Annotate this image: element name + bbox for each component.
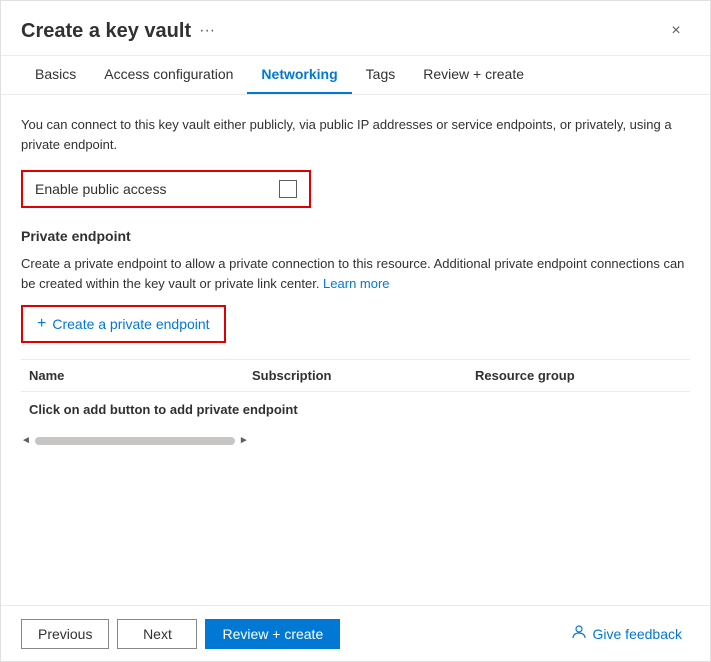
- tab-bar: Basics Access configuration Networking T…: [1, 56, 710, 95]
- give-feedback-button[interactable]: Give feedback: [563, 618, 691, 649]
- dialog-body: You can connect to this key vault either…: [1, 95, 710, 605]
- enable-public-access-container: Enable public access: [21, 170, 311, 208]
- learn-more-link[interactable]: Learn more: [323, 276, 389, 291]
- tab-review-create[interactable]: Review + create: [409, 56, 538, 94]
- create-endpoint-label: Create a private endpoint: [52, 316, 209, 332]
- give-feedback-label: Give feedback: [593, 626, 683, 642]
- col-header-name: Name: [21, 368, 244, 383]
- previous-button[interactable]: Previous: [21, 619, 109, 649]
- plus-icon: +: [37, 315, 46, 333]
- table-empty-message: Click on add button to add private endpo…: [21, 392, 690, 427]
- feedback-icon: [571, 624, 587, 643]
- enable-public-access-label: Enable public access: [35, 181, 167, 197]
- dialog-header: Create a key vault ··· ×: [1, 1, 710, 56]
- private-endpoints-table: Name Subscription Resource group Click o…: [21, 359, 690, 427]
- table-scrollbar: ◄ ►: [21, 435, 690, 446]
- tab-networking[interactable]: Networking: [247, 56, 351, 94]
- col-header-resource-group: Resource group: [467, 368, 690, 383]
- create-private-endpoint-button[interactable]: + Create a private endpoint: [25, 309, 222, 339]
- connection-description: You can connect to this key vault either…: [21, 115, 690, 154]
- tab-tags[interactable]: Tags: [352, 56, 410, 94]
- col-header-subscription: Subscription: [244, 368, 467, 383]
- footer-left-buttons: Previous Next Review + create: [21, 619, 340, 649]
- private-endpoint-section: Private endpoint Create a private endpoi…: [21, 228, 690, 446]
- create-endpoint-button-wrapper: + Create a private endpoint: [21, 305, 226, 343]
- title-area: Create a key vault ···: [21, 20, 215, 43]
- empty-message-strong: Click on add button: [29, 402, 150, 417]
- next-button[interactable]: Next: [117, 619, 197, 649]
- dialog-title: Create a key vault: [21, 20, 191, 43]
- scroll-right-arrow[interactable]: ►: [239, 435, 249, 446]
- private-endpoint-description: Create a private endpoint to allow a pri…: [21, 254, 690, 293]
- review-create-button[interactable]: Review + create: [205, 619, 340, 649]
- table-header: Name Subscription Resource group: [21, 360, 690, 392]
- tab-basics[interactable]: Basics: [21, 56, 90, 94]
- tab-access-configuration[interactable]: Access configuration: [90, 56, 247, 94]
- enable-public-access-checkbox[interactable]: [279, 180, 297, 198]
- scroll-track[interactable]: [35, 437, 235, 445]
- empty-message-suffix: to add private endpoint: [154, 402, 298, 417]
- create-key-vault-dialog: Create a key vault ··· × Basics Access c…: [0, 0, 711, 662]
- scroll-left-arrow[interactable]: ◄: [21, 435, 31, 446]
- private-endpoint-title: Private endpoint: [21, 228, 690, 244]
- dialog-footer: Previous Next Review + create Give feedb…: [1, 605, 710, 661]
- close-button[interactable]: ×: [662, 17, 690, 45]
- dialog-ellipsis-menu[interactable]: ···: [199, 22, 215, 40]
